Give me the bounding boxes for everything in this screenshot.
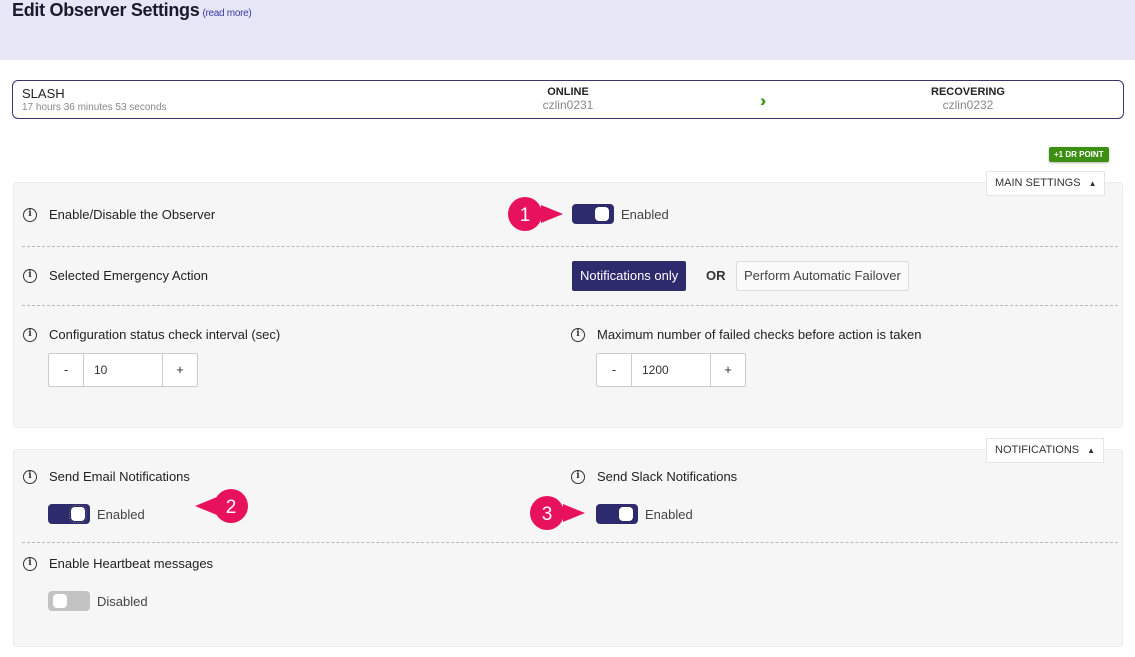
max-failed-label: Maximum number of failed checks before a… xyxy=(597,327,922,342)
observer-status-bar: SLASH 17 hours 36 minutes 53 seconds ONL… xyxy=(12,80,1124,119)
divider xyxy=(22,246,1118,247)
info-icon[interactable]: i xyxy=(23,469,37,484)
check-interval-stepper: - + xyxy=(48,353,198,387)
page-header: Edit Observer Settings (read more) xyxy=(0,0,1135,60)
slack-notifications-row: i Send Slack Notifications xyxy=(571,469,737,484)
slack-notifications-label: Send Slack Notifications xyxy=(597,469,738,484)
email-toggle-track[interactable] xyxy=(48,504,90,524)
callout-number-3: 3 xyxy=(542,504,553,525)
slack-notifications-toggle[interactable]: Enabled xyxy=(596,504,693,524)
callout-number-2: 2 xyxy=(226,497,237,518)
read-more-link[interactable]: (read more) xyxy=(202,8,251,19)
heartbeat-toggle[interactable]: Disabled xyxy=(48,591,148,611)
check-interval-input[interactable] xyxy=(83,354,163,386)
notifications-only-button[interactable]: Notifications only xyxy=(572,261,687,291)
heartbeat-toggle-label: Disabled xyxy=(97,593,148,609)
toggle-knob xyxy=(53,594,67,608)
observer-setting-label: Enable/Disable the Observer xyxy=(49,207,216,222)
double-chevron-right-icon: ›› xyxy=(760,91,768,110)
increment-button[interactable]: + xyxy=(711,354,745,386)
automatic-failover-button[interactable]: Perform Automatic Failover xyxy=(736,261,909,291)
email-notifications-row: i Send Email Notifications xyxy=(23,469,190,484)
toggle-knob xyxy=(619,507,633,521)
info-icon[interactable]: i xyxy=(23,207,37,222)
observer-setting-row: i Enable/Disable the Observer xyxy=(23,207,215,222)
callout-marker-3: 3 xyxy=(530,496,585,530)
divider xyxy=(22,305,1118,306)
increment-button[interactable]: + xyxy=(163,354,197,386)
main-settings-tab[interactable]: MAIN SETTINGS ▲ xyxy=(986,171,1106,196)
heartbeat-label: Enable Heartbeat messages xyxy=(49,556,214,571)
info-icon[interactable]: i xyxy=(23,327,37,342)
caret-up-icon: ▲ xyxy=(1088,179,1097,188)
info-icon[interactable]: i xyxy=(23,268,37,283)
callout-marker-1: 1 xyxy=(508,197,563,231)
secondary-host: czlin0232 xyxy=(942,98,994,112)
notifications-tab-label: NOTIFICATIONS xyxy=(995,444,1080,456)
email-toggle-label: Enabled xyxy=(97,506,145,522)
dr-point-badge: +1 DR POINT xyxy=(1049,147,1109,162)
info-icon[interactable]: i xyxy=(571,469,585,484)
max-failed-stepper: - + xyxy=(596,353,746,387)
emergency-action-label: Selected Emergency Action xyxy=(49,268,208,283)
uptime-text: 17 hours 36 minutes 53 seconds xyxy=(22,102,167,113)
observer-toggle[interactable]: Enabled xyxy=(572,204,669,224)
callout-marker-2: 2 xyxy=(195,489,248,523)
heartbeat-toggle-track[interactable] xyxy=(48,591,90,611)
secondary-status-label: RECOVERING xyxy=(931,86,1005,98)
caret-up-icon: ▲ xyxy=(1087,446,1096,455)
divider xyxy=(22,542,1118,543)
observer-toggle-track[interactable] xyxy=(572,204,614,224)
emergency-action-row: i Selected Emergency Action xyxy=(23,268,208,283)
toggle-knob xyxy=(595,207,609,221)
main-settings-panel: MAIN SETTINGS ▲ i Enable/Disable the Obse… xyxy=(13,171,1123,428)
check-interval-label: Configuration status check interval (sec… xyxy=(49,327,281,342)
page-title: Edit Observer Settings (read more) xyxy=(12,0,252,21)
callout-number-1: 1 xyxy=(520,205,531,226)
page-title-text: Edit Observer Settings xyxy=(12,0,200,20)
email-notifications-label: Send Email Notifications xyxy=(49,469,190,484)
notifications-tab[interactable]: NOTIFICATIONS ▲ xyxy=(986,438,1105,463)
configuration-name: SLASH xyxy=(22,86,65,101)
slack-toggle-track[interactable] xyxy=(596,504,638,524)
info-icon[interactable]: i xyxy=(571,327,585,342)
slack-toggle-label: Enabled xyxy=(645,506,693,522)
heartbeat-row: i Enable Heartbeat messages xyxy=(23,556,213,571)
max-failed-input[interactable] xyxy=(631,354,711,386)
decrement-button[interactable]: - xyxy=(49,354,83,386)
main-settings-tab-label: MAIN SETTINGS xyxy=(995,177,1081,189)
notifications-panel: NOTIFICATIONS ▲ i Send Email Notification… xyxy=(13,438,1123,647)
or-text: OR xyxy=(706,268,726,283)
observer-toggle-label: Enabled xyxy=(621,206,669,222)
check-interval-row: i Configuration status check interval (s… xyxy=(23,327,280,342)
max-failed-row: i Maximum number of failed checks before… xyxy=(571,327,921,342)
email-notifications-toggle[interactable]: Enabled xyxy=(48,504,145,524)
primary-host: czlin0231 xyxy=(542,98,594,112)
info-icon[interactable]: i xyxy=(23,556,37,571)
toggle-knob xyxy=(69,505,87,523)
decrement-button[interactable]: - xyxy=(597,354,631,386)
primary-status-label: ONLINE xyxy=(547,86,589,98)
secondary-status: RECOVERING czlin0232 xyxy=(898,86,1038,112)
primary-status: ONLINE czlin0231 xyxy=(498,86,638,112)
